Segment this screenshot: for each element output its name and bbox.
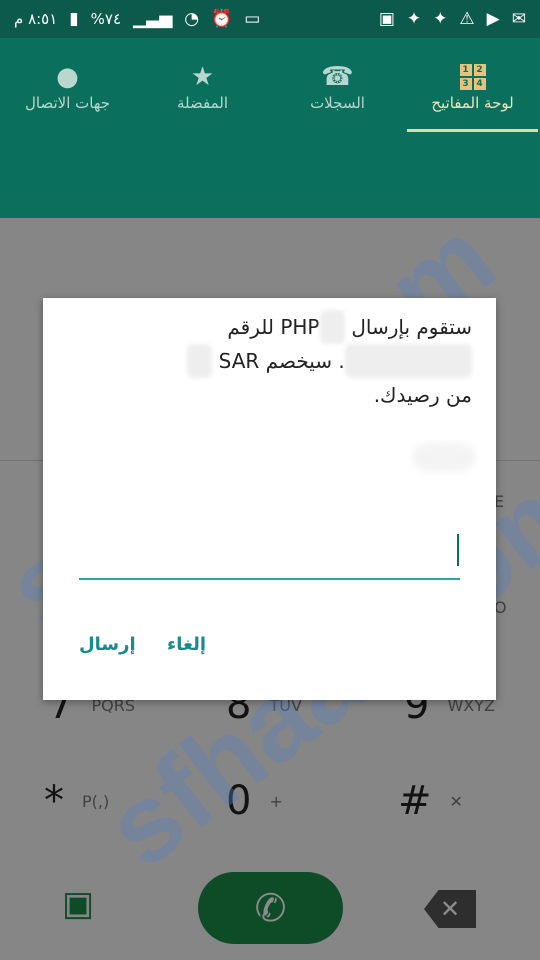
input-underline [79, 578, 460, 580]
wrench-icon: ✦ [433, 8, 448, 29]
dialog-message: ستقوم بإرسال 00PHP للرقم 0000000000. سيخ… [72, 310, 472, 412]
redacted-area [413, 443, 475, 471]
cast-icon: ▭ [244, 8, 261, 29]
star-icon: ★ [190, 62, 215, 92]
status-right: ▣ ✦ ✦ ⚠ ▶ ✉ [378, 8, 526, 29]
redacted-code: 00 [319, 310, 345, 344]
message-icon: ✉ [511, 8, 526, 29]
alarm-icon: ⏰ [211, 8, 233, 29]
text-cursor [457, 534, 459, 566]
send-button[interactable]: إرسال [79, 634, 136, 655]
wifi-icon: ◔ [184, 8, 200, 29]
ussd-dialog: ستقوم بإرسال 00PHP للرقم 0000000000. سيخ… [43, 298, 496, 700]
tab-favorites[interactable]: ★ المفضلة [135, 38, 270, 134]
tab-label: السجلات [310, 94, 365, 112]
battery-percent: %٧٤ [90, 10, 122, 28]
tab-label: المفضلة [176, 94, 228, 112]
warning-icon: ⚠ [459, 8, 475, 29]
status-left: ٨:٥١ م ▮ %٧٤ ▁▃▅ ◔ ⏰ ▭ [14, 10, 260, 28]
redacted-amount: 00 [186, 344, 213, 378]
sim-icon: ▣ [378, 8, 395, 29]
call-log-icon: ☎ [321, 62, 354, 92]
tab-contacts[interactable]: ● جهات الاتصال [0, 38, 135, 134]
tab-keypad[interactable]: 1 2 3 4 لوحة المفاتيح [405, 38, 540, 134]
keypad-icon: 1 2 3 4 [459, 60, 486, 94]
status-bar: ٨:٥١ م ▮ %٧٤ ▁▃▅ ◔ ⏰ ▭ ▣ ✦ ✦ ⚠ ▶ ✉ [0, 0, 540, 38]
cancel-button[interactable]: إلغاء [167, 634, 206, 655]
signal-icon: ▁▃▅ [133, 8, 173, 29]
reply-input[interactable] [79, 538, 464, 578]
tab-bar: 1 2 3 4 لوحة المفاتيح ☎ السجلات ★ المفضل… [0, 38, 540, 134]
tab-label: جهات الاتصال [24, 94, 111, 112]
message-line-1: ستقوم بإرسال 00PHP للرقم [72, 310, 472, 344]
video-icon: ▶ [486, 8, 500, 29]
clock: ٨:٥١ م [14, 10, 58, 28]
app-bar: 1 2 3 4 لوحة المفاتيح ☎ السجلات ★ المفضل… [0, 38, 540, 218]
wrench-icon: ✦ [406, 8, 422, 29]
person-icon: ● [56, 62, 79, 92]
message-line-3: من رصيدك. [373, 383, 472, 407]
redacted-number: 0000000000 [344, 344, 472, 378]
battery-icon: ▮ [69, 8, 79, 29]
tab-label: لوحة المفاتيح [431, 94, 514, 112]
tab-call-log[interactable]: ☎ السجلات [270, 38, 405, 134]
message-line-2: 0000000000. سيخصم SAR 00 [72, 344, 472, 378]
